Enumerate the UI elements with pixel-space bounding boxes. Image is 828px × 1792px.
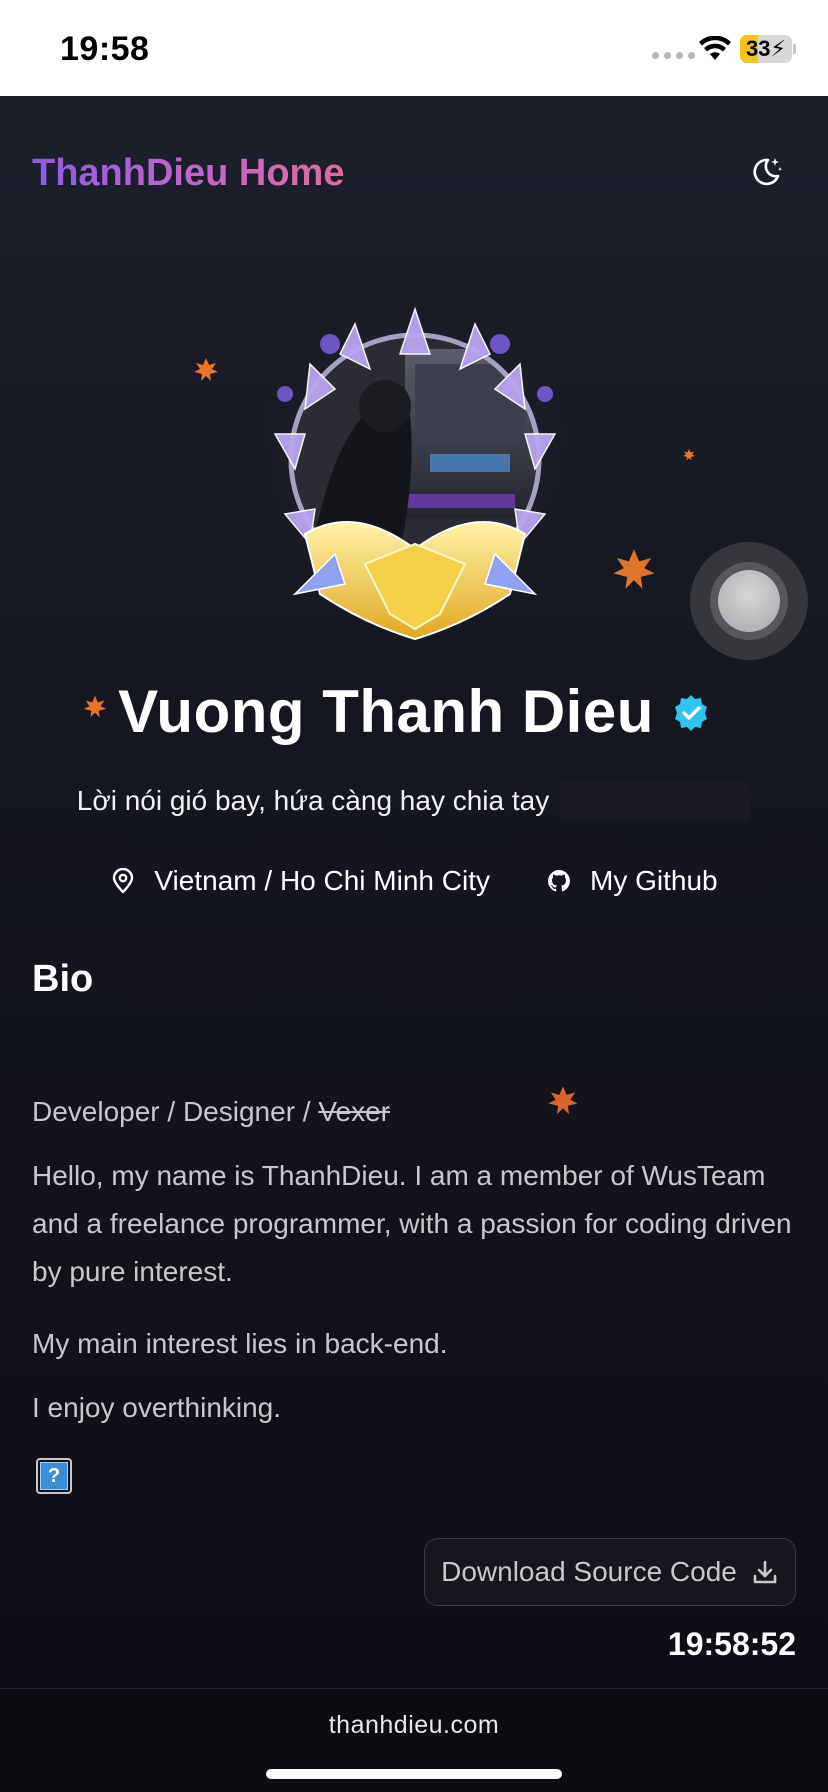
status-bar: 19:58 33⚡ xyxy=(0,0,828,96)
status-time: 19:58 xyxy=(60,30,150,68)
home-indicator[interactable] xyxy=(266,1769,562,1779)
live-clock: 19:58:52 xyxy=(667,1626,796,1662)
tagline: Lời nói gió bay, hứa càng hay chia tay xyxy=(76,785,550,816)
footer: thanhdieu.com xyxy=(0,1688,828,1792)
profile-meta-row: Vietnam / Ho Chi Minh City My Github xyxy=(0,856,828,906)
footer-domain[interactable]: thanhdieu.com xyxy=(0,1711,828,1740)
download-source-button[interactable]: Download Source Code xyxy=(424,1538,796,1606)
bio-paragraph-intro: Hello, my name is ThanhDieu. I am a memb… xyxy=(32,1160,792,1287)
verified-badge-icon xyxy=(674,695,707,731)
location-item: Vietnam / Ho Chi Minh City xyxy=(110,865,490,897)
cellular-signal-icon xyxy=(652,52,695,59)
missing-emoji-icon: ? xyxy=(36,1458,72,1494)
map-pin-icon xyxy=(113,868,134,894)
site-title[interactable]: ThanhDieu Home xyxy=(32,152,344,195)
assistive-touch-button[interactable] xyxy=(690,542,808,660)
github-icon xyxy=(548,870,570,892)
location-text: Vietnam / Ho Chi Minh City xyxy=(154,865,490,896)
download-icon xyxy=(753,1560,777,1584)
maple-leaf-icon xyxy=(194,358,218,381)
maple-leaf-icon xyxy=(548,1086,578,1115)
wifi-icon xyxy=(699,36,731,60)
tagline-row: Lời nói gió bay, hứa càng hay chia tay xyxy=(0,782,828,820)
bio-roles: Developer / Designer / Vexer xyxy=(32,1096,390,1127)
github-link-label[interactable]: My Github xyxy=(590,865,718,897)
tagline-placeholder xyxy=(559,782,752,820)
battery-indicator: 33⚡ xyxy=(740,35,792,63)
maple-leaf-icon xyxy=(613,549,655,589)
maple-leaf-icon xyxy=(683,449,695,461)
bio-paragraph-overthinking: I enjoy overthinking. xyxy=(32,1392,282,1423)
profile-name-row: Vuong Thanh Dieu xyxy=(0,676,828,746)
battery-tip xyxy=(793,44,796,54)
github-link[interactable]: My Github xyxy=(546,865,718,897)
profile-name: Vuong Thanh Dieu xyxy=(118,677,654,745)
avatar xyxy=(245,294,585,641)
bio-paragraph-interest: My main interest lies in back-end. xyxy=(32,1328,448,1359)
page: ThanhDieu Home Vuong Thanh Dieu Lời nói … xyxy=(0,96,828,1688)
bio-roles-struck: Vexer xyxy=(318,1096,390,1127)
moon-stars-icon[interactable] xyxy=(748,154,784,190)
bio-heading: Bio xyxy=(32,958,94,1000)
download-source-label: Download Source Code xyxy=(441,1556,737,1587)
